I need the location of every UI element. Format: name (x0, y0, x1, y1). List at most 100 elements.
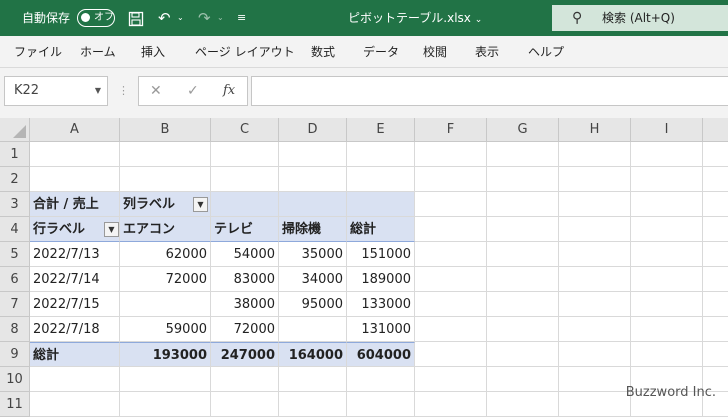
cell-i1[interactable] (631, 142, 703, 167)
cell-a1[interactable] (30, 142, 120, 167)
column-header-i[interactable]: I (631, 118, 703, 142)
cell-e8[interactable]: 131000 (347, 317, 415, 342)
tab-review[interactable]: 校閲 (423, 36, 447, 68)
cell-b5[interactable]: 62000 (120, 242, 211, 267)
cell-c6[interactable]: 83000 (211, 267, 279, 292)
cell-e11[interactable] (347, 392, 415, 417)
cell-h3[interactable] (559, 192, 631, 217)
cell-h9[interactable] (559, 342, 631, 367)
cell-a11[interactable] (30, 392, 120, 417)
cell-f10[interactable] (415, 367, 487, 392)
cell-j2[interactable] (703, 167, 728, 192)
insert-function-icon[interactable]: fx (223, 77, 235, 105)
cell-h6[interactable] (559, 267, 631, 292)
cell-h8[interactable] (559, 317, 631, 342)
cell-i9[interactable] (631, 342, 703, 367)
column-header-c[interactable]: C (211, 118, 279, 142)
cell-f1[interactable] (415, 142, 487, 167)
cell-d10[interactable] (279, 367, 347, 392)
row-header-7[interactable]: 7 (0, 292, 30, 317)
cell-d9[interactable]: 164000 (279, 342, 347, 367)
cell-a2[interactable] (30, 167, 120, 192)
row-header-9[interactable]: 9 (0, 342, 30, 367)
cell-g4[interactable] (487, 217, 559, 242)
cell-a7[interactable]: 2022/7/15 (30, 292, 120, 317)
row-header-4[interactable]: 4 (0, 217, 30, 242)
enter-icon[interactable]: ✓ (187, 77, 199, 105)
cell-c11[interactable] (211, 392, 279, 417)
row-header-6[interactable]: 6 (0, 267, 30, 292)
cell-h5[interactable] (559, 242, 631, 267)
cell-d11[interactable] (279, 392, 347, 417)
column-header-h[interactable]: H (559, 118, 631, 142)
cell-h2[interactable] (559, 167, 631, 192)
cell-g2[interactable] (487, 167, 559, 192)
cell-e9[interactable]: 604000 (347, 342, 415, 367)
column-header-g[interactable]: G (487, 118, 559, 142)
cell-b2[interactable] (120, 167, 211, 192)
cell-i5[interactable] (631, 242, 703, 267)
customize-qat-icon[interactable]: ≡ (237, 0, 246, 36)
cell-c2[interactable] (211, 167, 279, 192)
cell-d5[interactable]: 35000 (279, 242, 347, 267)
cell-d1[interactable] (279, 142, 347, 167)
cell-a10[interactable] (30, 367, 120, 392)
row-header-10[interactable]: 10 (0, 367, 30, 392)
cell-j3[interactable] (703, 192, 728, 217)
cell-g6[interactable] (487, 267, 559, 292)
cell-a6[interactable]: 2022/7/14 (30, 267, 120, 292)
redo-dropdown-icon[interactable]: ⌄ (217, 0, 224, 36)
cell-f5[interactable] (415, 242, 487, 267)
formula-bar-grip-icon[interactable]: ⋮ (118, 76, 129, 106)
cancel-icon[interactable]: ✕ (150, 77, 162, 105)
cell-d4[interactable]: 掃除機 (279, 217, 347, 242)
cell-a5[interactable]: 2022/7/13 (30, 242, 120, 267)
row-header-1[interactable]: 1 (0, 142, 30, 167)
cell-h1[interactable] (559, 142, 631, 167)
cell-h4[interactable] (559, 217, 631, 242)
cell-d7[interactable]: 95000 (279, 292, 347, 317)
search-box[interactable]: ⚲ 検索 (Alt+Q) (552, 5, 728, 31)
cell-b4[interactable]: エアコン (120, 217, 211, 242)
cell-g10[interactable] (487, 367, 559, 392)
cell-a3[interactable]: 合計 / 売上 (30, 192, 120, 217)
undo-dropdown-icon[interactable]: ⌄ (177, 0, 184, 36)
cell-b1[interactable] (120, 142, 211, 167)
row-header-8[interactable]: 8 (0, 317, 30, 342)
column-header-b[interactable]: B (120, 118, 211, 142)
row-header-2[interactable]: 2 (0, 167, 30, 192)
row-header-11[interactable]: 11 (0, 392, 30, 417)
cell-g8[interactable] (487, 317, 559, 342)
cell-b11[interactable] (120, 392, 211, 417)
cell-h7[interactable] (559, 292, 631, 317)
cell-c8[interactable]: 72000 (211, 317, 279, 342)
row-header-5[interactable]: 5 (0, 242, 30, 267)
tab-page-layout[interactable]: ページ レイアウト (195, 36, 295, 68)
cell-a8[interactable]: 2022/7/18 (30, 317, 120, 342)
cell-a9[interactable]: 総計 (30, 342, 120, 367)
tab-file[interactable]: ファイル (14, 36, 62, 68)
cell-f9[interactable] (415, 342, 487, 367)
cell-b6[interactable]: 72000 (120, 267, 211, 292)
cell-f8[interactable] (415, 317, 487, 342)
name-box-dropdown-icon[interactable]: ▼ (95, 77, 101, 105)
redo-icon[interactable]: ↷ (198, 0, 211, 36)
cell-i4[interactable] (631, 217, 703, 242)
cell-c10[interactable] (211, 367, 279, 392)
cell-b10[interactable] (120, 367, 211, 392)
cell-f7[interactable] (415, 292, 487, 317)
column-header-a[interactable]: A (30, 118, 120, 142)
cell-c5[interactable]: 54000 (211, 242, 279, 267)
undo-icon[interactable]: ↶ (158, 0, 171, 36)
cell-g11[interactable] (487, 392, 559, 417)
cell-e4[interactable]: 総計 (347, 217, 415, 242)
file-name[interactable]: ピボットテーブル.xlsx ⌄ (348, 0, 482, 36)
cell-j9[interactable] (703, 342, 728, 367)
cell-d8[interactable] (279, 317, 347, 342)
tab-home[interactable]: ホーム (80, 36, 116, 68)
cell-b9[interactable]: 193000 (120, 342, 211, 367)
cell-b8[interactable]: 59000 (120, 317, 211, 342)
cell-g3[interactable] (487, 192, 559, 217)
cell-e7[interactable]: 133000 (347, 292, 415, 317)
cell-i8[interactable] (631, 317, 703, 342)
